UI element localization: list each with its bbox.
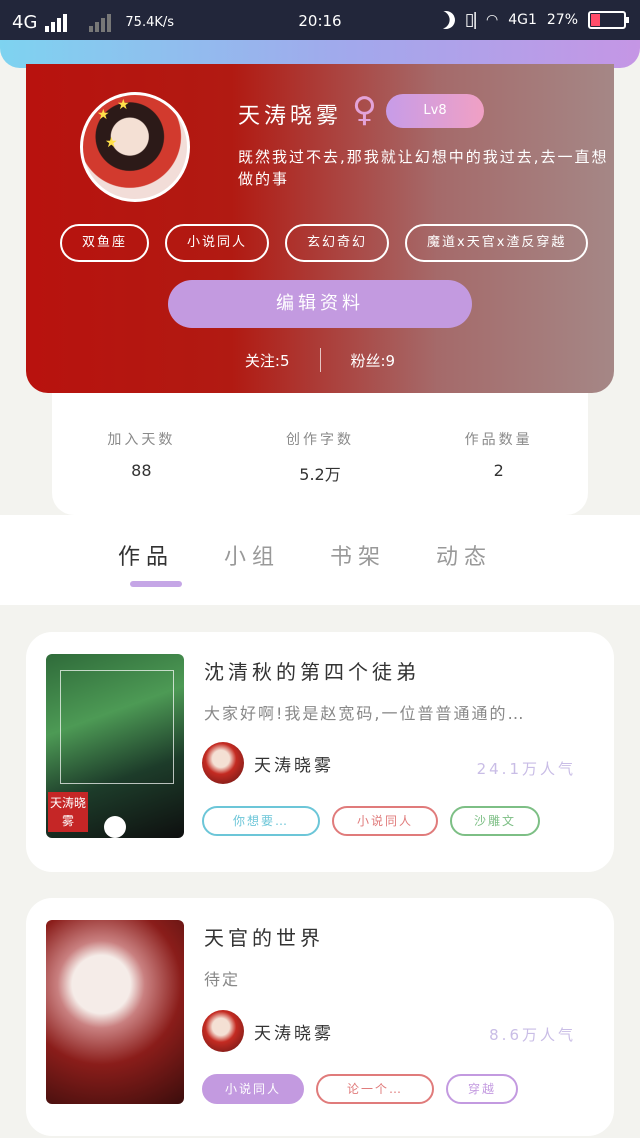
stat-label: 作品数量 bbox=[464, 432, 533, 448]
stat-value: 88 bbox=[131, 461, 152, 480]
tab-activity[interactable]: 动态 bbox=[436, 539, 492, 571]
author-name: 天涛晓雾 bbox=[254, 1023, 334, 1044]
battery-percent: 27% bbox=[546, 12, 578, 28]
work-description: 大家好啊!我是赵宽码,一位普普通通的… bbox=[204, 704, 526, 723]
tab-indicator bbox=[130, 581, 182, 587]
author-name: 天涛晓雾 bbox=[254, 755, 334, 776]
bio: 既然我过不去,那我就让幻想中的我过去,去一直想做的事 bbox=[238, 148, 609, 188]
work-tag[interactable]: 你想要… bbox=[202, 806, 320, 836]
work-cover[interactable]: 天涛晓雾 bbox=[46, 654, 184, 838]
tab-groups[interactable]: 小组 bbox=[224, 539, 280, 571]
popularity: 8.6万人气 bbox=[489, 1026, 576, 1044]
stat-word-count: 创作字数 5.2万 bbox=[231, 393, 410, 515]
work-card[interactable]: 天涛晓雾 沈清秋的第四个徒弟 大家好啊!我是赵宽码,一位普普通通的… 天涛晓雾 … bbox=[26, 632, 614, 872]
work-tag[interactable]: 小说同人 bbox=[332, 806, 438, 836]
tab-bookshelf[interactable]: 书架 bbox=[330, 539, 386, 571]
following-count[interactable]: 关注:5 bbox=[245, 350, 290, 371]
shutter-icon bbox=[104, 816, 126, 838]
profile-tag[interactable]: 小说同人 bbox=[165, 224, 270, 262]
profile-card: ★ ★ ★ 天涛晓雾 ♀ Lv8 既然我过不去,那我就让幻想中的我过去,去一直想… bbox=[26, 64, 614, 393]
tab-works[interactable]: 作品 bbox=[118, 539, 174, 571]
cover-stamp: 天涛晓雾 bbox=[48, 792, 88, 832]
work-author[interactable]: 天涛晓雾 bbox=[202, 1010, 334, 1052]
moon-icon bbox=[434, 8, 457, 31]
work-description: 待定 bbox=[204, 970, 241, 989]
popularity: 24.1万人气 bbox=[476, 760, 576, 778]
work-tags: 小说同人 论一个… 穿越 bbox=[202, 1074, 518, 1104]
level-badge: Lv8 bbox=[386, 94, 484, 128]
work-tag[interactable]: 沙雕文 bbox=[450, 806, 540, 836]
profile-tag[interactable]: 玄幻奇幻 bbox=[285, 224, 390, 262]
divider bbox=[319, 348, 321, 372]
stat-value: 5.2万 bbox=[299, 465, 341, 484]
stat-works-count: 作品数量 2 bbox=[409, 393, 588, 515]
profile-tag[interactable]: 魔道x天官x渣反穿越 bbox=[405, 224, 589, 262]
wifi-icon: ◠ bbox=[485, 12, 499, 28]
network-type-2: 4G1 bbox=[508, 12, 537, 28]
stat-label: 加入天数 bbox=[107, 432, 176, 448]
edit-profile-button[interactable]: 编辑资料 bbox=[168, 280, 472, 328]
stat-label: 创作字数 bbox=[286, 432, 354, 448]
female-icon: ♀ bbox=[352, 90, 377, 130]
work-author[interactable]: 天涛晓雾 bbox=[202, 742, 334, 784]
tab-bar: 作品 小组 书架 动态 bbox=[0, 515, 640, 605]
vibrate-icon: ▯| bbox=[464, 10, 478, 30]
work-title[interactable]: 沈清秋的第四个徒弟 bbox=[204, 656, 420, 685]
follow-stats: 关注:5 粉丝:9 bbox=[26, 348, 614, 372]
profile-tags: 双鱼座 小说同人 玄幻奇幻 魔道x天官x渣反穿越 bbox=[60, 224, 589, 262]
work-title[interactable]: 天官的世界 bbox=[204, 922, 324, 951]
username: 天涛晓雾 bbox=[238, 104, 343, 129]
author-avatar[interactable] bbox=[202, 742, 244, 784]
work-card[interactable]: 天官的世界 待定 天涛晓雾 8.6万人气 小说同人 论一个… 穿越 bbox=[26, 898, 614, 1136]
work-cover[interactable] bbox=[46, 920, 184, 1104]
stats-panel: 加入天数 88 创作字数 5.2万 作品数量 2 bbox=[52, 393, 588, 515]
status-bar: 4G 75.4K/s 20:16 ▯| ◠ 4G1 27% bbox=[0, 0, 640, 44]
stat-join-days: 加入天数 88 bbox=[52, 393, 231, 515]
stat-value: 2 bbox=[493, 461, 504, 480]
work-tags: 你想要… 小说同人 沙雕文 bbox=[202, 806, 540, 836]
followers-count[interactable]: 粉丝:9 bbox=[351, 350, 396, 371]
avatar[interactable]: ★ ★ ★ bbox=[80, 92, 190, 202]
profile-tag[interactable]: 双鱼座 bbox=[60, 224, 150, 262]
work-tag[interactable]: 穿越 bbox=[446, 1074, 518, 1104]
work-tag[interactable]: 小说同人 bbox=[202, 1074, 304, 1104]
battery-icon bbox=[588, 11, 629, 29]
author-avatar[interactable] bbox=[202, 1010, 244, 1052]
work-tag[interactable]: 论一个… bbox=[316, 1074, 434, 1104]
